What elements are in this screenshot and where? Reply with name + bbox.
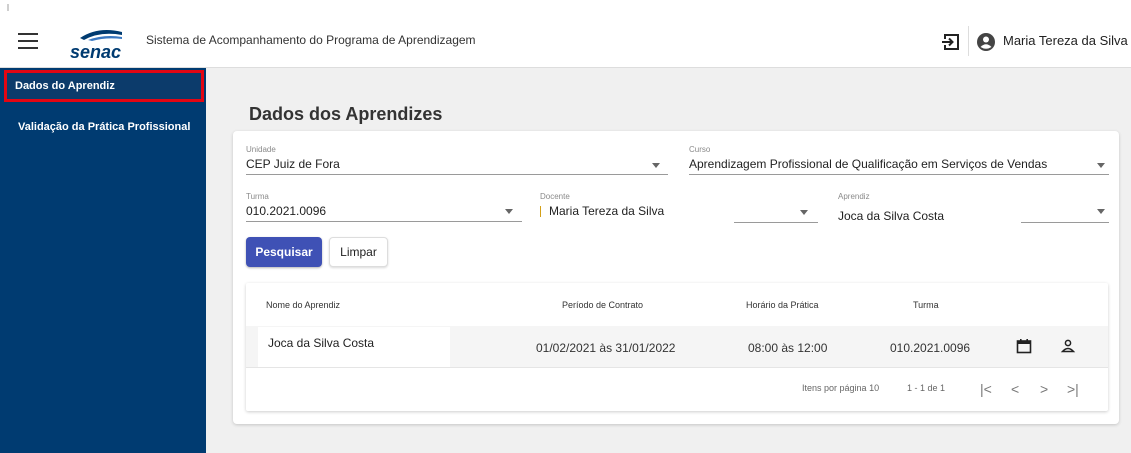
sidebar-item-dados-do-aprendiz[interactable]: Dados do Aprendiz — [4, 70, 204, 102]
cell-horario: 08:00 às 12:00 — [748, 341, 828, 355]
chevron-down-icon[interactable] — [505, 209, 513, 214]
turma-select[interactable]: Turma 010.2021.0096 — [246, 192, 522, 222]
previous-page-icon[interactable]: < — [1011, 381, 1019, 397]
user-name[interactable]: Maria Tereza da Silva — [1003, 33, 1128, 48]
turma-label: Turma — [246, 192, 269, 201]
cell-nome: Joca da Silva Costa — [258, 327, 450, 367]
cell-periodo: 01/02/2021 às 31/01/2022 — [536, 341, 676, 355]
clear-button[interactable]: Limpar — [329, 237, 388, 267]
text-cursor — [540, 205, 541, 217]
cell-turma: 010.2021.0096 — [890, 341, 971, 355]
unidade-label: Unidade — [246, 145, 276, 154]
top-app-bar: senac Sistema de Acompanhamento do Progr… — [0, 0, 1131, 68]
sidebar-item-validacao-pratica[interactable]: Validação da Prática Profissional — [8, 112, 204, 144]
docente-label: Docente — [540, 192, 570, 201]
aprendiz-value: Joca da Silva Costa — [838, 209, 945, 223]
menu-icon[interactable] — [18, 33, 38, 49]
app-title: Sistema de Acompanhamento do Programa de… — [146, 33, 476, 47]
turma-value: 010.2021.0096 — [246, 204, 327, 218]
column-header-nome: Nome do Aprendiz — [266, 300, 341, 310]
column-header-periodo: Período de Contrato — [562, 300, 644, 310]
row-divider-line — [246, 367, 1108, 368]
chevron-down-icon[interactable] — [800, 210, 808, 215]
column-header-turma: Turma — [913, 300, 939, 310]
chevron-down-icon[interactable] — [1097, 163, 1105, 168]
search-button[interactable]: Pesquisar — [246, 237, 322, 267]
items-per-page-select[interactable]: 10 — [869, 383, 879, 393]
unidade-select[interactable]: Unidade CEP Juiz de Fora — [246, 145, 668, 175]
sidebar-item-label: Validação da Prática Profissional — [18, 121, 191, 133]
curso-underline — [689, 174, 1109, 175]
curso-select[interactable]: Curso Aprendizagem Profissional de Quali… — [689, 145, 1109, 175]
chevron-down-icon[interactable] — [652, 163, 660, 168]
items-per-page: Itens por página 10 — [802, 383, 879, 393]
header-divider — [968, 26, 969, 56]
turma-underline — [246, 221, 522, 222]
sidebar: Dados do Aprendiz Validação da Prática P… — [0, 68, 206, 453]
senac-logo: senac — [70, 30, 122, 62]
svg-text:senac: senac — [70, 42, 121, 62]
unidade-value: CEP Juiz de Fora — [246, 157, 340, 171]
page-title: Dados dos Aprendizes — [249, 104, 443, 124]
aprendiz-select[interactable]: Aprendiz Joca da Silva Costa — [838, 192, 1109, 223]
last-page-icon[interactable]: >| — [1067, 381, 1079, 397]
sidebar-item-label: Dados do Aprendiz — [15, 80, 115, 92]
items-per-page-label: Itens por página — [802, 383, 867, 393]
page-range: 1 - 1 de 1 — [907, 383, 946, 393]
column-header-horario: Horário da Prática — [746, 300, 819, 310]
docente-select[interactable]: Docente Maria Tereza da Silva — [540, 192, 820, 223]
docente-underline — [734, 222, 818, 223]
account-circle-icon[interactable] — [976, 32, 996, 52]
next-page-icon[interactable]: > — [1040, 381, 1048, 397]
calendar-icon[interactable] — [1016, 338, 1032, 354]
docente-value: Maria Tereza da Silva — [549, 204, 665, 218]
window-marker — [7, 4, 9, 11]
person-icon[interactable] — [1060, 338, 1076, 354]
aprendiz-underline — [1021, 222, 1109, 223]
curso-value: Aprendizagem Profissional de Qualificaçã… — [689, 157, 1048, 171]
aprendiz-label: Aprendiz — [838, 192, 870, 201]
unidade-underline — [246, 174, 668, 175]
first-page-icon[interactable]: |< — [980, 381, 992, 397]
apprentices-table: Nome do Aprendiz Período de Contrato Hor… — [246, 283, 1108, 411]
logout-icon[interactable] — [941, 32, 961, 52]
chevron-down-icon[interactable] — [1097, 209, 1105, 214]
curso-label: Curso — [689, 145, 711, 154]
